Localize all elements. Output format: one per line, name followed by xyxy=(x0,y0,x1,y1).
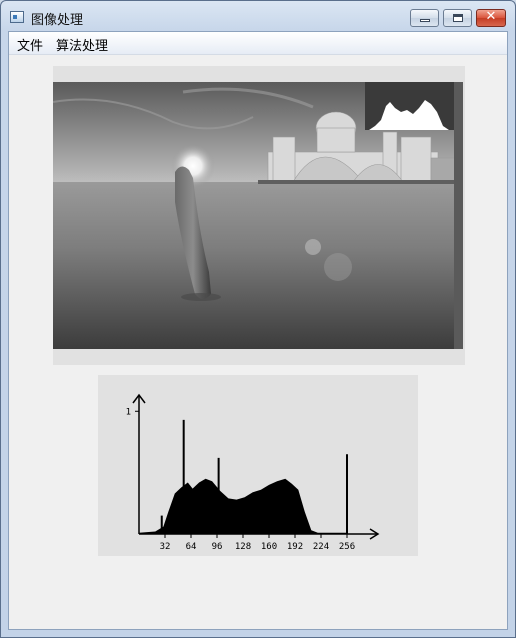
histogram-panel: 32 64 96 128 160 192 224 256 1 xyxy=(98,375,418,556)
app-window: 图像处理 ✕ 文件 算法处理 32 64 96 128 160 192 224 … xyxy=(0,0,516,638)
close-button[interactable]: ✕ xyxy=(476,9,506,27)
grayscale-photo xyxy=(53,82,463,349)
maximize-icon xyxy=(453,14,463,22)
x-tick-label: 32 xyxy=(160,542,171,552)
x-tick-label: 192 xyxy=(287,542,303,552)
menu-algorithms[interactable]: 算法处理 xyxy=(56,35,108,54)
x-tick-label: 256 xyxy=(339,542,355,552)
app-icon xyxy=(10,11,24,23)
histogram-area xyxy=(139,478,347,534)
menu-file[interactable]: 文件 xyxy=(17,35,43,54)
x-tick-label: 96 xyxy=(212,542,223,552)
image-panel xyxy=(53,66,465,365)
client-area: 文件 算法处理 32 64 96 128 160 192 224 256 1 xyxy=(8,31,508,630)
x-tick-label: 64 xyxy=(186,542,197,552)
minimize-button[interactable] xyxy=(410,9,439,27)
maximize-button[interactable] xyxy=(443,9,472,27)
close-icon: ✕ xyxy=(485,9,497,24)
window-title: 图像处理 xyxy=(31,13,84,28)
minimize-icon xyxy=(420,19,430,22)
menu-bar: 文件 算法处理 xyxy=(9,32,507,55)
histogram-chart: 32 64 96 128 160 192 224 256 1 xyxy=(126,393,380,552)
x-tick-label: 160 xyxy=(261,542,277,552)
title-bar[interactable]: 图像处理 ✕ xyxy=(1,1,515,31)
x-tick-label: 224 xyxy=(313,542,329,552)
x-tick-label: 128 xyxy=(235,542,251,552)
y-tick-label: 1 xyxy=(126,407,131,417)
